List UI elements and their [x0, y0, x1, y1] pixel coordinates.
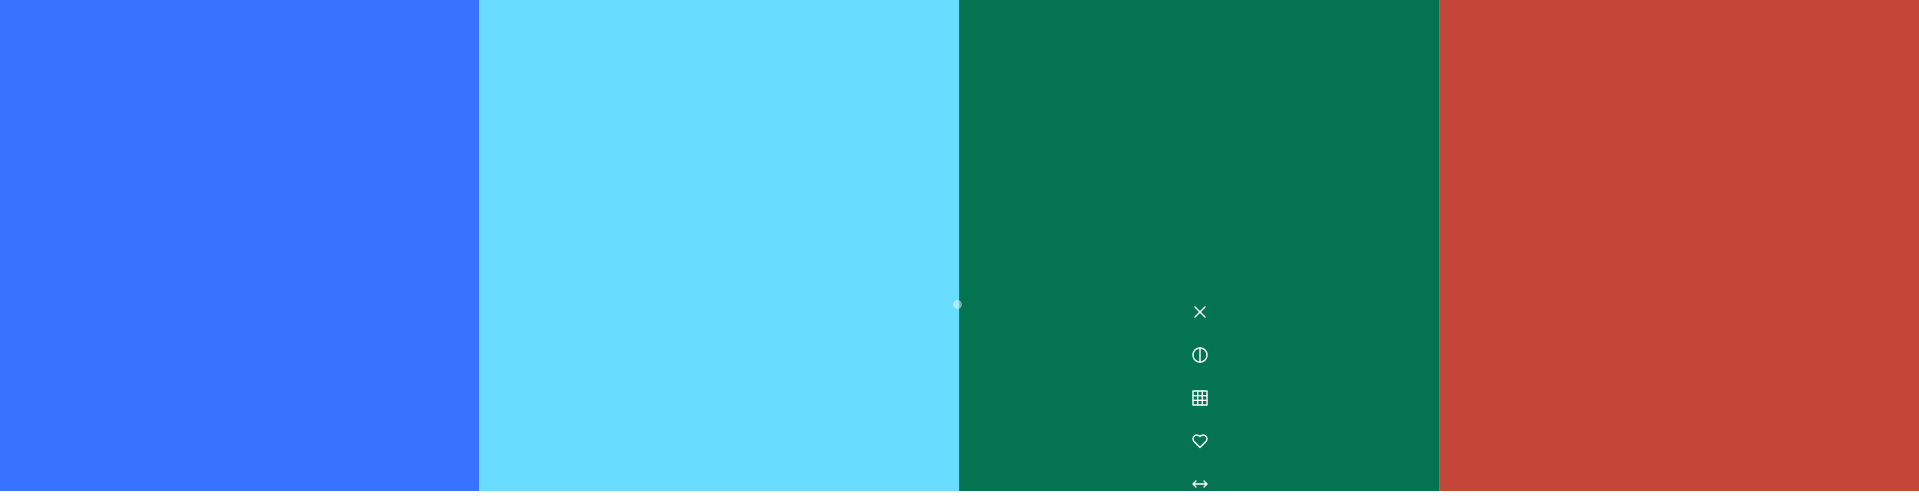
heart-icon — [1190, 431, 1210, 451]
color-swatch-1[interactable]: #3872FF — [0, 0, 479, 491]
contrast-icon — [1190, 345, 1210, 365]
close-icon — [1190, 302, 1210, 322]
color-swatch-4[interactable]: #C44638 — [1439, 0, 1919, 491]
save-color-button[interactable] — [1188, 429, 1212, 453]
swatch-toolbar — [1186, 300, 1214, 496]
expand-horizontal-icon — [1190, 474, 1210, 494]
color-swatch-2[interactable]: #68DDFF — [479, 0, 959, 491]
swatch-drag-handle[interactable] — [953, 300, 962, 309]
drag-swatch-button[interactable] — [1188, 472, 1212, 496]
contrast-button[interactable] — [1188, 343, 1212, 367]
grid-icon — [1190, 388, 1210, 408]
shades-button[interactable] — [1188, 386, 1212, 410]
color-palette: #3872FF #68DDFF #04734F #C44638 — [0, 0, 1919, 491]
remove-swatch-button[interactable] — [1188, 300, 1212, 324]
